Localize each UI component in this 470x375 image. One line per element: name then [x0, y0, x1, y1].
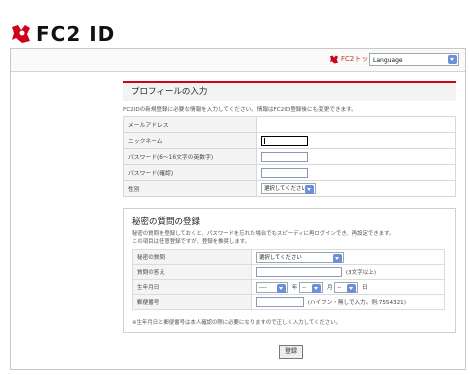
chevron-down-icon	[448, 55, 457, 64]
secret-question-box: 秘密の質問の登録 秘密の質問を登録しておくと、パスワードを忘れた場合でもスピーデ…	[123, 208, 456, 333]
chevron-down-icon	[312, 283, 322, 293]
email-label: メールアドレス	[123, 116, 257, 133]
password-input[interactable]	[261, 151, 308, 162]
profile-section-title: プロフィールの入力	[123, 81, 456, 101]
chevron-down-icon	[277, 283, 286, 293]
secret-form: 秘密の質問 選択してください 質問の答え (3文字以上) 生年月日 ---- 年…	[132, 249, 445, 310]
birth-day-value: --	[337, 284, 342, 291]
nickname-input[interactable]	[261, 135, 308, 146]
year-unit: 年	[291, 284, 298, 291]
question-value: 選択してください	[259, 254, 302, 261]
zip-label: 郵便番号	[132, 294, 252, 310]
top-bar: FC2トップ Language	[11, 49, 465, 72]
password-label: パスワード(6〜16文字の英数字)	[123, 148, 257, 165]
secret-section-title: 秘密の質問の登録	[132, 217, 201, 227]
zip-hint: (ハイフン・無しで入力。例:7554321)	[307, 299, 406, 306]
registration-frame: FC2トップ Language プロフィールの入力 FC2IDの新規登録に必要な…	[10, 48, 466, 370]
birth-year-value: ----	[259, 284, 267, 291]
birthdate-label: 生年月日	[132, 279, 252, 295]
nickname-label: ニックネーム	[123, 132, 257, 149]
chevron-down-icon	[305, 185, 314, 194]
gender-value: 選択してください	[264, 186, 307, 192]
question-row: 秘密の質問 選択してください	[132, 249, 445, 265]
day-unit: 日	[362, 284, 368, 291]
answer-row: 質問の答え (3文字以上)	[132, 264, 445, 280]
gender-select[interactable]: 選択してください	[261, 183, 316, 194]
answer-hint: (3文字以上)	[345, 269, 377, 276]
email-row: メールアドレス	[123, 116, 456, 133]
profile-description: FC2IDの新規登録に必要な情報を入力してください。情報はFC2ID登録後にも変…	[123, 107, 357, 113]
email-value	[256, 116, 456, 133]
fc2-logo: FC2 ID	[10, 22, 115, 46]
secret-description-1: 秘密の質問を登録しておくと、パスワードを忘れた場合でもスピーディに再ログインでき…	[132, 231, 395, 237]
profile-form: メールアドレス ニックネーム パスワード(6〜16文字の英数字) パスワード(確…	[123, 116, 456, 197]
nickname-row: ニックネーム	[123, 132, 456, 149]
birth-month-select[interactable]: --	[299, 281, 324, 293]
secret-description-2: この項目は任意登録ですが、登録を推奨します。	[132, 239, 250, 245]
gender-row: 性別 選択してください	[123, 180, 456, 197]
chevron-down-icon	[347, 283, 357, 293]
birthdate-row: 生年月日 ---- 年 -- 月 -- 日	[132, 279, 445, 295]
register-button[interactable]: 登録	[279, 345, 303, 359]
language-value: Language	[373, 57, 403, 64]
fc2-mascot-icon	[329, 54, 339, 64]
gender-label: 性別	[123, 180, 257, 197]
password-confirm-input[interactable]	[261, 167, 308, 178]
birth-month-value: --	[302, 284, 307, 291]
password-row: パスワード(6〜16文字の英数字)	[123, 148, 456, 165]
answer-label: 質問の答え	[132, 264, 252, 280]
zip-row: 郵便番号 (ハイフン・無しで入力。例:7554321)	[132, 294, 445, 310]
main-content: プロフィールの入力 FC2IDの新規登録に必要な情報を入力してください。情報はF…	[123, 81, 456, 333]
zip-input[interactable]	[256, 297, 304, 307]
language-select[interactable]: Language	[369, 53, 459, 66]
logo-text: FC2 ID	[36, 22, 116, 46]
question-label: 秘密の質問	[132, 249, 252, 265]
password-confirm-row: パスワード(確認)	[123, 164, 456, 181]
secret-note: ※生年月日と郵便番号は本人確認の際に必要になりますので正しく入力してください。	[132, 320, 342, 326]
chevron-down-icon	[333, 253, 342, 263]
fc2-mascot-icon	[12, 25, 30, 43]
birth-day-select[interactable]: --	[334, 281, 359, 293]
password-confirm-label: パスワード(確認)	[123, 164, 257, 181]
birth-year-select[interactable]: ----	[256, 281, 288, 293]
secret-question-select[interactable]: 選択してください	[256, 251, 344, 263]
month-unit: 月	[326, 284, 333, 291]
answer-input[interactable]	[256, 267, 342, 277]
